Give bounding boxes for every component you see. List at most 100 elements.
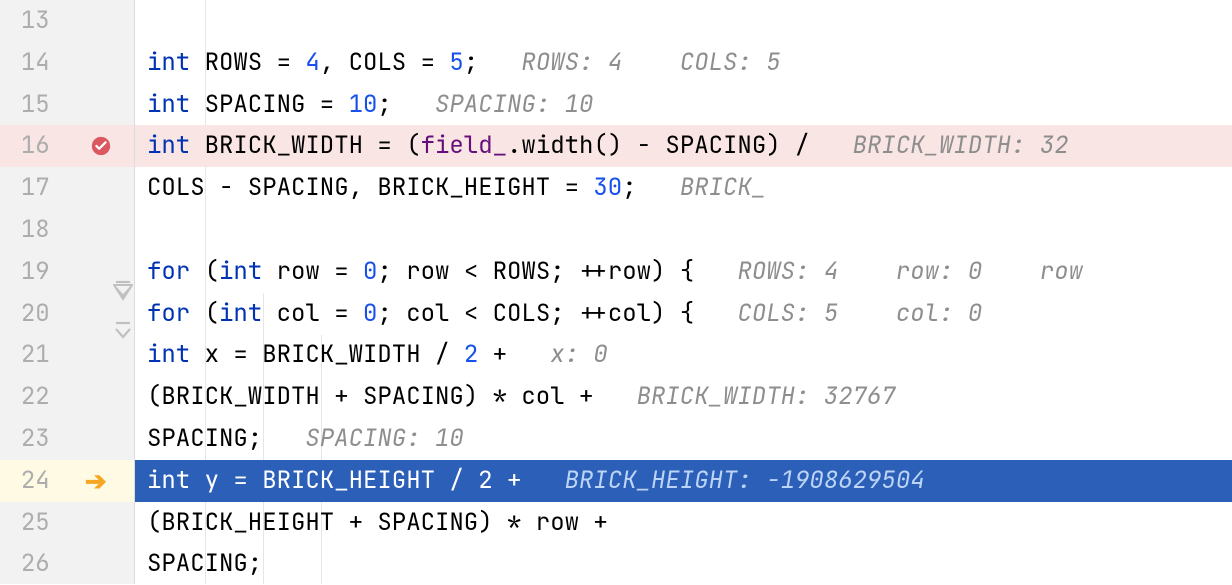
code-line[interactable]: int SPACING = 10; SPACING: 10 xyxy=(135,84,1232,126)
line-number: 13 xyxy=(0,0,54,42)
code-text: ( xyxy=(190,251,219,293)
gutter-line[interactable]: 22 xyxy=(0,376,134,418)
code-text: , COLS = xyxy=(320,42,450,84)
gutter-line[interactable]: 21 xyxy=(0,334,134,376)
gutter: 13 14 15 16 17 18 xyxy=(0,0,135,584)
inlay-hint: x: 0 xyxy=(507,334,608,376)
line-number: 22 xyxy=(0,376,54,418)
code-text: x = BRICK_WIDTH / xyxy=(190,334,464,376)
line-number: 19 xyxy=(0,251,54,293)
keyword: int xyxy=(147,125,190,167)
code-line[interactable]: int x = BRICK_WIDTH / 2 + x: 0 xyxy=(135,334,1232,376)
gutter-line[interactable]: 17 xyxy=(0,167,134,209)
code-line[interactable]: int ROWS = 4, COLS = 5; ROWS: 4 COLS: 5 xyxy=(135,42,1232,84)
line-number: 25 xyxy=(0,502,54,544)
breakpoint-verified-icon[interactable] xyxy=(90,135,112,157)
code-line[interactable] xyxy=(135,0,1232,42)
code-text: .width() - SPACING) / xyxy=(507,125,809,167)
line-number: 26 xyxy=(0,543,54,585)
code-text: SPACING; xyxy=(147,418,262,460)
number-literal: 5 xyxy=(449,42,463,84)
keyword: int xyxy=(219,293,262,335)
execution-arrow-icon: ➔ xyxy=(85,460,107,502)
gutter-line[interactable]: 24 ➔ xyxy=(0,460,134,502)
number-literal: 4 xyxy=(305,42,319,84)
keyword: int xyxy=(219,251,262,293)
number-literal: 2 xyxy=(464,334,478,376)
code-text: BRICK_WIDTH = ( xyxy=(190,125,420,167)
gutter-line[interactable]: 23 xyxy=(0,418,134,460)
gutter-marker[interactable] xyxy=(54,135,134,157)
code-text: ; xyxy=(622,167,636,209)
code-text: ; col < COLS; ++col) { xyxy=(377,293,694,335)
code-line[interactable]: for (int col = 0; col < COLS; ++col) { C… xyxy=(135,293,1232,335)
gutter-line[interactable]: 18 xyxy=(0,209,134,251)
code-line[interactable]: SPACING; xyxy=(135,543,1232,585)
code-text: + xyxy=(493,460,522,502)
code-text: col = xyxy=(262,293,363,335)
code-text: COLS - SPACING, BRICK_HEIGHT = xyxy=(147,167,593,209)
gutter-line[interactable]: 14 xyxy=(0,42,134,84)
gutter-line[interactable]: 13 xyxy=(0,0,134,42)
inlay-hint: BRICK_WIDTH: 32767 xyxy=(593,376,895,418)
inlay-hint: BRICK_HEIGHT: -1908629504 xyxy=(521,460,924,502)
line-number: 21 xyxy=(0,334,54,376)
number-literal: 30 xyxy=(593,167,622,209)
line-number: 16 xyxy=(0,125,54,167)
code-text: (BRICK_WIDTH + SPACING) * col + xyxy=(147,376,593,418)
code-text: SPACING = xyxy=(190,84,348,126)
inlay-hint: BRICK_ xyxy=(637,167,767,209)
gutter-line[interactable]: 16 xyxy=(0,125,134,167)
code-line[interactable]: (BRICK_WIDTH + SPACING) * col + BRICK_WI… xyxy=(135,376,1232,418)
code-text: ROWS = xyxy=(190,42,305,84)
inlay-hint: COLS: 5 col: 0 xyxy=(694,293,982,335)
code-text: ; row < ROWS; ++row) { xyxy=(377,251,694,293)
line-number: 23 xyxy=(0,418,54,460)
gutter-line[interactable]: 15 xyxy=(0,84,134,126)
keyword: int xyxy=(147,84,190,126)
gutter-line[interactable]: 20 xyxy=(0,293,134,335)
field-ref: field_ xyxy=(421,125,507,167)
gutter-marker[interactable]: ➔ xyxy=(54,460,134,502)
inlay-hint: SPACING: 10 xyxy=(262,418,464,460)
line-number: 15 xyxy=(0,84,54,126)
inlay-hint: BRICK_WIDTH: 32 xyxy=(809,125,1068,167)
inlay-hint: ROWS: 4 COLS: 5 xyxy=(478,42,780,84)
code-text: y = BRICK_HEIGHT / xyxy=(190,460,478,502)
code-text: + xyxy=(478,334,507,376)
code-text: ; xyxy=(377,84,391,126)
line-number: 14 xyxy=(0,42,54,84)
line-number: 18 xyxy=(0,209,54,251)
number-literal: 2 xyxy=(478,460,492,502)
code-line[interactable] xyxy=(135,209,1232,251)
code-line[interactable]: for (int row = 0; row < ROWS; ++row) { R… xyxy=(135,251,1232,293)
number-literal: 10 xyxy=(349,84,378,126)
line-number: 17 xyxy=(0,167,54,209)
code-text: SPACING; xyxy=(147,543,262,585)
number-literal: 0 xyxy=(363,251,377,293)
gutter-line[interactable]: 19 xyxy=(0,251,134,293)
number-literal: 0 xyxy=(363,293,377,335)
keyword: int xyxy=(147,334,190,376)
gutter-line[interactable]: 26 xyxy=(0,543,134,585)
keyword: for xyxy=(147,293,190,335)
code-area[interactable]: int ROWS = 4, COLS = 5; ROWS: 4 COLS: 5 … xyxy=(135,0,1232,584)
code-text: ; xyxy=(464,42,478,84)
code-text: row = xyxy=(262,251,363,293)
code-line[interactable]: COLS - SPACING, BRICK_HEIGHT = 30; BRICK… xyxy=(135,167,1232,209)
code-text: (BRICK_HEIGHT + SPACING) * row + xyxy=(147,502,608,544)
keyword: int xyxy=(147,42,190,84)
line-number: 24 xyxy=(0,460,54,502)
code-line[interactable]: SPACING; SPACING: 10 xyxy=(135,418,1232,460)
code-line-current-execution[interactable]: int y = BRICK_HEIGHT / 2 + BRICK_HEIGHT:… xyxy=(135,460,1232,502)
inlay-hint: SPACING: 10 xyxy=(392,84,594,126)
code-text: ( xyxy=(190,293,219,335)
code-line[interactable]: int BRICK_WIDTH = (field_.width() - SPAC… xyxy=(135,125,1232,167)
inlay-hint: ROWS: 4 row: 0 row xyxy=(694,251,1083,293)
code-editor: 13 14 15 16 17 18 xyxy=(0,0,1232,584)
keyword: for xyxy=(147,251,190,293)
code-line[interactable]: (BRICK_HEIGHT + SPACING) * row + xyxy=(135,502,1232,544)
gutter-line[interactable]: 25 xyxy=(0,502,134,544)
keyword: int xyxy=(147,460,190,502)
line-number: 20 xyxy=(0,293,54,335)
